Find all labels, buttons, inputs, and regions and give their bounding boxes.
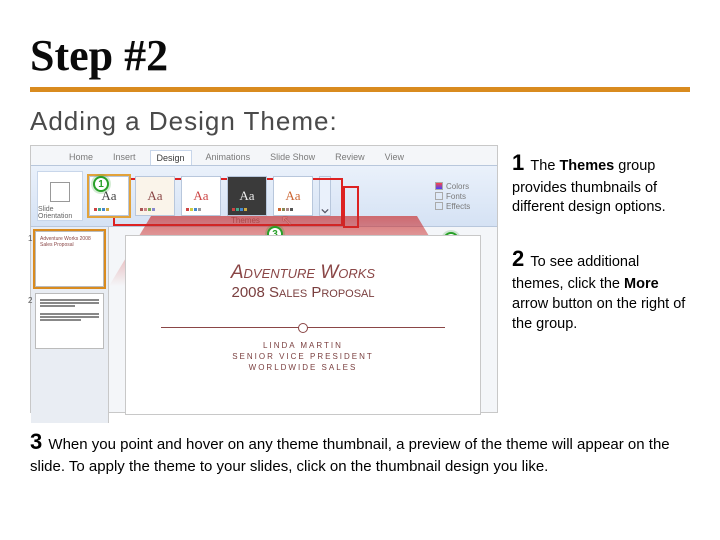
note-number: 3 [30,429,42,454]
thumb-number: 2 [28,296,32,305]
note-number: 1 [512,150,524,175]
tab-view[interactable]: View [379,150,410,165]
tab-animations[interactable]: Animations [200,150,257,165]
orientation-label: Slide Orientation [38,206,82,220]
slide-thumb-1[interactable]: 1 Adventure Works 2008 Sales Proposal [35,231,104,287]
note-3: 3 When you point and hover on any theme … [30,427,690,477]
theme-sample: Aa [193,188,208,204]
tab-home[interactable]: Home [63,150,99,165]
slide-thumb-2[interactable]: 2 [35,293,104,349]
theme-thumbnail[interactable]: Aa [135,176,175,216]
author-line: WORLDWIDE SALES [232,362,374,373]
note-bold: Themes [559,158,614,174]
theme-sample: Aa [147,188,162,204]
author-line: SENIOR VICE PRESIDENT [232,351,374,362]
effects-label[interactable]: Effects [446,202,470,211]
ribbon-right-panel: Colors Fonts Effects [435,182,491,211]
theme-thumbnail[interactable]: Aa [227,176,267,216]
orientation-icon [50,182,70,202]
slide-author-block: LINDA MARTIN SENIOR VICE PRESIDENT WORLD… [232,340,374,374]
theme-thumbnail[interactable]: Aa [181,176,221,216]
thumb-title: Adventure Works 2008 Sales Proposal [40,236,99,248]
slide-thumbnails-panel: 1 Adventure Works 2008 Sales Proposal 2 [31,227,109,423]
author-line: LINDA MARTIN [232,340,374,351]
thumb-number: 1 [28,234,32,243]
tab-slideshow[interactable]: Slide Show [264,150,321,165]
note-text: arrow button on the right of the group. [512,296,685,332]
slide-preview: Adventure Works 2008 Sales Proposal LIND… [125,235,481,415]
theme-sample: Aa [285,188,300,204]
note-text: The [530,158,559,174]
tab-review[interactable]: Review [329,150,371,165]
note-text: To see additional themes, click the [512,254,639,292]
fonts-label[interactable]: Fonts [446,192,466,201]
note-2: 2 To see additional themes, click the Mo… [512,245,690,333]
theme-sample: Aa [239,188,254,204]
slide-orientation-button[interactable]: Slide Orientation [37,171,83,221]
slide-title-line2: 2008 Sales Proposal [231,284,374,301]
note-text: When you point and hover on any theme th… [30,436,670,475]
step-title: Step #2 [30,30,690,92]
tab-insert[interactable]: Insert [107,150,142,165]
ribbon-tab-strip: Home Insert Design Animations Slide Show… [31,146,497,165]
theme-thumbnail[interactable]: Aa [273,176,313,216]
tab-design[interactable]: Design [150,150,192,165]
powerpoint-screenshot: Home Insert Design Animations Slide Show… [30,145,498,413]
note-number: 2 [512,246,524,271]
slide-title-line1: Adventure Works [231,262,375,284]
note-bold: More [624,276,659,292]
subtitle: Adding a Design Theme: [30,106,690,137]
callout-1: 1 [93,176,109,192]
note-1: 1 The Themes group provides thumbnails o… [512,149,690,217]
colors-label[interactable]: Colors [446,182,469,191]
slide-divider [161,327,444,328]
